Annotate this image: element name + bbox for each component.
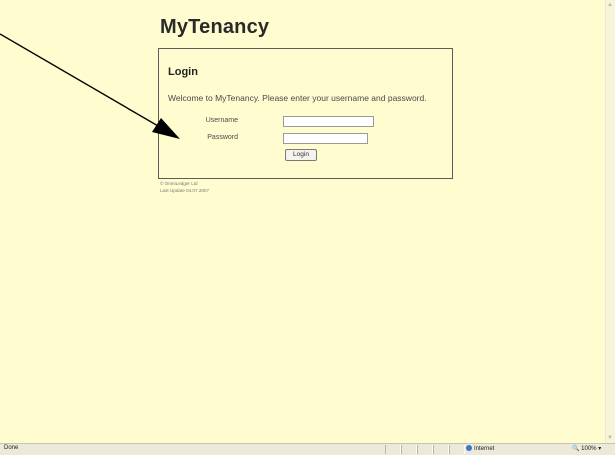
login-button[interactable]: Login: [285, 149, 317, 161]
status-pane: [433, 445, 449, 454]
status-bar: Done Internet 🔍 100% ▾: [0, 443, 615, 455]
username-field[interactable]: [283, 116, 374, 127]
password-label: Password: [207, 134, 238, 141]
welcome-message: Welcome to MyTenancy. Please enter your …: [168, 93, 427, 103]
last-update-text: Last Update 04.07.2007: [160, 188, 210, 193]
browser-window: MyTenancy Login Welcome to MyTenancy. Pl…: [0, 0, 615, 455]
copyright-text: © OmniLedger Ltd: [160, 181, 198, 186]
login-panel: Login Welcome to MyTenancy. Please enter…: [158, 48, 453, 179]
vertical-scrollbar[interactable]: ▲ ▼: [605, 0, 615, 443]
app-title: MyTenancy: [160, 16, 270, 38]
zoom-level: 100%: [581, 446, 597, 452]
username-label: Username: [205, 117, 238, 124]
globe-icon: [466, 445, 472, 451]
zone-label: Internet: [474, 446, 495, 452]
status-pane: [449, 445, 465, 454]
security-zone: Internet: [466, 445, 494, 452]
magnifier-icon: 🔍: [572, 446, 580, 452]
page-viewport: MyTenancy Login Welcome to MyTenancy. Pl…: [0, 0, 615, 443]
status-pane: [417, 445, 433, 454]
status-pane: [385, 445, 401, 454]
zoom-control[interactable]: 🔍 100% ▾: [572, 445, 601, 452]
status-pane: [401, 445, 417, 454]
chevron-down-icon[interactable]: ▾: [598, 446, 601, 452]
status-text: Done: [4, 445, 19, 451]
scroll-up-icon[interactable]: ▲: [607, 1, 613, 9]
password-field[interactable]: [283, 133, 368, 144]
login-heading: Login: [168, 66, 198, 78]
scroll-down-icon[interactable]: ▼: [607, 434, 613, 442]
